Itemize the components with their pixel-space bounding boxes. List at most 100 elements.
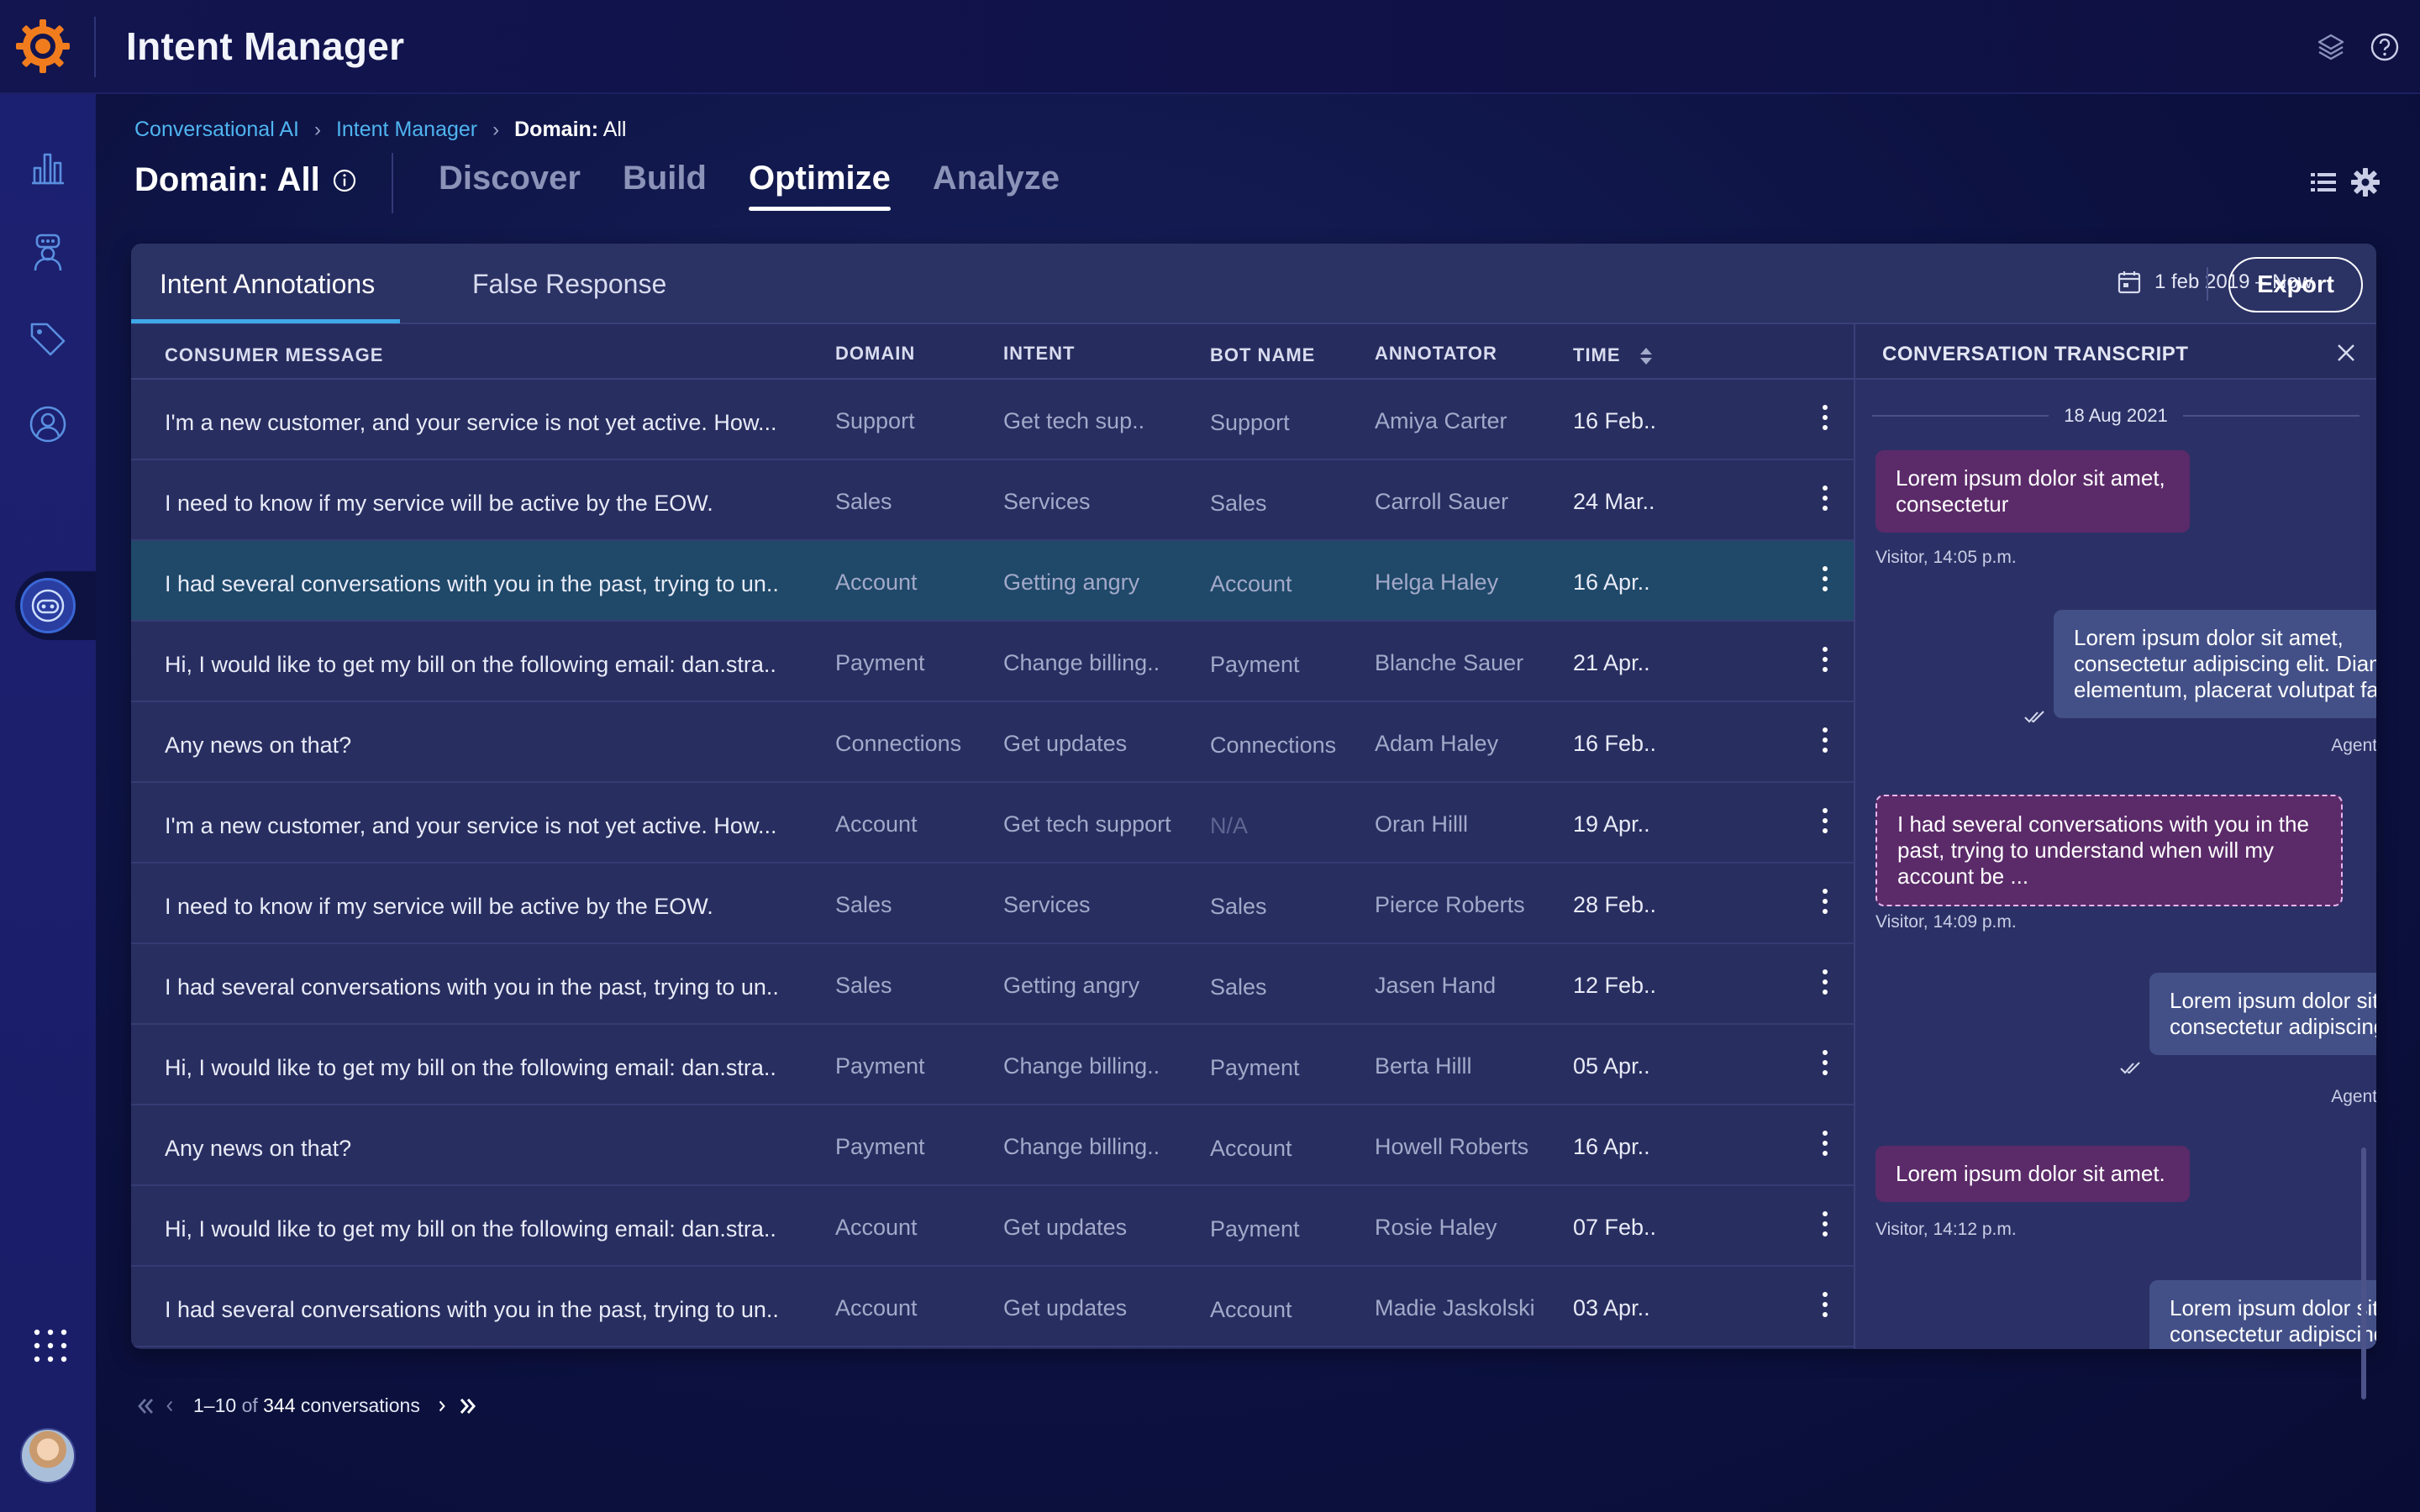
row-more-options-icon[interactable] [1820,405,1830,435]
table-row[interactable]: I need to know if my service will be act… [131,460,1854,541]
pagination-range: 1–10 [193,1394,237,1416]
tab-optimize[interactable]: Optimize [748,160,891,211]
cell-annotator: Rosie Haley [1375,1215,1497,1240]
cell-domain: Sales [835,973,892,998]
cell-intent: Getting angry [1003,973,1140,998]
info-icon[interactable] [332,168,357,193]
column-header-annotator[interactable]: ANNOTATOR [1375,343,1497,365]
tab-intent-annotations[interactable]: Intent Annotations [160,269,375,300]
cell-time: 16 Apr.. [1573,570,1650,595]
column-header-intent[interactable]: INTENT [1003,343,1075,365]
user-profile-icon[interactable] [27,403,69,445]
table-row[interactable]: Any news on that? Payment Change billing..… [131,1105,1854,1186]
app-logo-icon[interactable] [13,17,72,76]
cell-intent: Services [1003,489,1091,514]
table-row[interactable]: Hi, I would like to get my bill on the f… [131,1025,1854,1105]
layers-icon[interactable] [2314,30,2348,64]
row-more-options-icon[interactable] [1820,486,1830,516]
table-row[interactable]: Hi, I would like to get my bill on the f… [131,622,1854,702]
row-more-options-icon[interactable] [1820,808,1830,838]
cell-time: 05 Apr.. [1573,1053,1650,1079]
cell-intent: Get updates [1003,731,1128,756]
conversational-ai-nav-button[interactable] [20,578,76,633]
transcript-scrollbar[interactable] [2361,1147,2366,1399]
cell-bot: Account [1210,1297,1292,1322]
column-header-bot-name[interactable]: BOT NAME [1210,344,1315,366]
table-row[interactable]: Hi, I would like to get my bill on the f… [131,1186,1854,1267]
first-page-icon[interactable] [134,1395,156,1417]
domain-title-text: Domain: All [134,161,320,198]
table-row[interactable]: Any news on that? Connections Get updates C… [131,702,1854,783]
breadcrumb-conversational-ai[interactable]: Conversational AI [134,118,299,142]
settings-gear-icon[interactable] [2349,166,2381,198]
cell-message: Any news on that? [165,1136,352,1161]
pagination-unit: conversations [300,1394,420,1416]
table-row[interactable]: I'm a new customer, and your service is … [131,380,1854,460]
cell-domain: Payment [835,1134,925,1159]
table-row[interactable]: I had several conversations with you in … [131,944,1854,1025]
close-icon[interactable] [2334,341,2358,365]
row-more-options-icon[interactable] [1820,1211,1830,1242]
message-meta: Agent, 14:06 p.m. [2331,736,2376,755]
breadcrumb-intent-manager[interactable]: Intent Manager [336,118,477,142]
breadcrumb: Conversational AI › Intent Manager › Dom… [134,118,627,142]
last-page-icon[interactable] [457,1395,479,1417]
date-line-left [1872,415,2049,417]
table-row[interactable]: I'm a new customer, and your service is … [131,783,1854,864]
row-more-options-icon[interactable] [1820,969,1830,1000]
help-icon[interactable] [2368,30,2402,64]
tab-analyze[interactable]: Analyze [933,160,1060,211]
cell-message: I had several conversations with you in … [165,1297,779,1322]
visitor-message[interactable]: Lorem ipsum dolor sit amet. [1876,1146,2190,1202]
analytics-chart-icon[interactable] [27,146,69,188]
previous-page-icon[interactable] [163,1395,178,1417]
cell-intent: Get tech sup.. [1003,408,1145,433]
row-more-options-icon[interactable] [1820,1292,1830,1322]
cell-domain: Account [835,1295,918,1320]
row-more-options-icon[interactable] [1820,1050,1830,1080]
cell-domain: Account [835,811,918,837]
row-more-options-icon[interactable] [1820,647,1830,677]
tab-false-response[interactable]: False Response [472,269,666,300]
table-row[interactable]: I had several conversations with you in … [131,541,1854,622]
apps-grid-icon[interactable] [32,1327,69,1364]
cell-intent: Change billing.. [1003,1134,1160,1159]
cell-annotator: Adam Haley [1375,731,1499,756]
header-divider [94,17,96,77]
cell-annotator: Oran Hilll [1375,811,1469,837]
list-view-icon[interactable] [2307,166,2339,198]
row-more-options-icon[interactable] [1820,727,1830,758]
conversation-transcript-panel: CONVERSATION TRANSCRIPT 18 Aug 2021 Lore… [1854,324,2376,1349]
agent-message[interactable]: Lorem ipsum dolor sit amet, consectetur … [2149,973,2376,1055]
column-header-time[interactable]: TIME [1573,344,1654,366]
table-row[interactable]: I had several conversations with you in … [131,1267,1854,1347]
sort-icon[interactable] [1639,346,1654,366]
cell-bot: Sales [1210,974,1267,1000]
row-more-options-icon[interactable] [1820,566,1830,596]
column-header-domain[interactable]: DOMAIN [835,343,915,365]
visitor-message[interactable]: Lorem ipsum dolor sit amet, consectetur [1876,450,2190,533]
agent-message[interactable]: Lorem ipsum dolor sit amet, consectetur … [2149,1280,2376,1349]
row-more-options-icon[interactable] [1820,1131,1830,1161]
tab-discover[interactable]: Discover [439,160,581,211]
column-header-consumer-message[interactable]: CONSUMER MESSAGE [165,344,383,366]
cell-domain: Sales [835,489,892,514]
transcript-date-separator: 18 Aug 2021 [1872,405,2360,427]
visitor-message-highlighted[interactable]: I had several conversations with you in … [1876,795,2343,906]
cell-time: 21 Apr.. [1573,650,1650,675]
next-page-icon[interactable] [435,1395,450,1417]
agent-message[interactable]: Lorem ipsum dolor sit amet, consectetur … [2054,610,2376,718]
agent-bot-icon[interactable] [27,232,69,274]
tag-icon[interactable] [27,318,69,360]
message-meta: Agent, 14:09 p.m. [2331,1087,2376,1106]
tab-build[interactable]: Build [623,160,707,211]
row-more-options-icon[interactable] [1820,889,1830,919]
table-row[interactable]: I need to know if my service will be act… [131,864,1854,944]
bot-icon [31,589,65,622]
cell-bot: Account [1210,1136,1292,1161]
user-avatar[interactable] [20,1428,76,1483]
double-check-icon [2120,1062,2140,1074]
cell-annotator: Amiya Carter [1375,408,1507,433]
cell-annotator: Carroll Sauer [1375,489,1509,514]
export-button[interactable]: Export [2228,257,2363,312]
